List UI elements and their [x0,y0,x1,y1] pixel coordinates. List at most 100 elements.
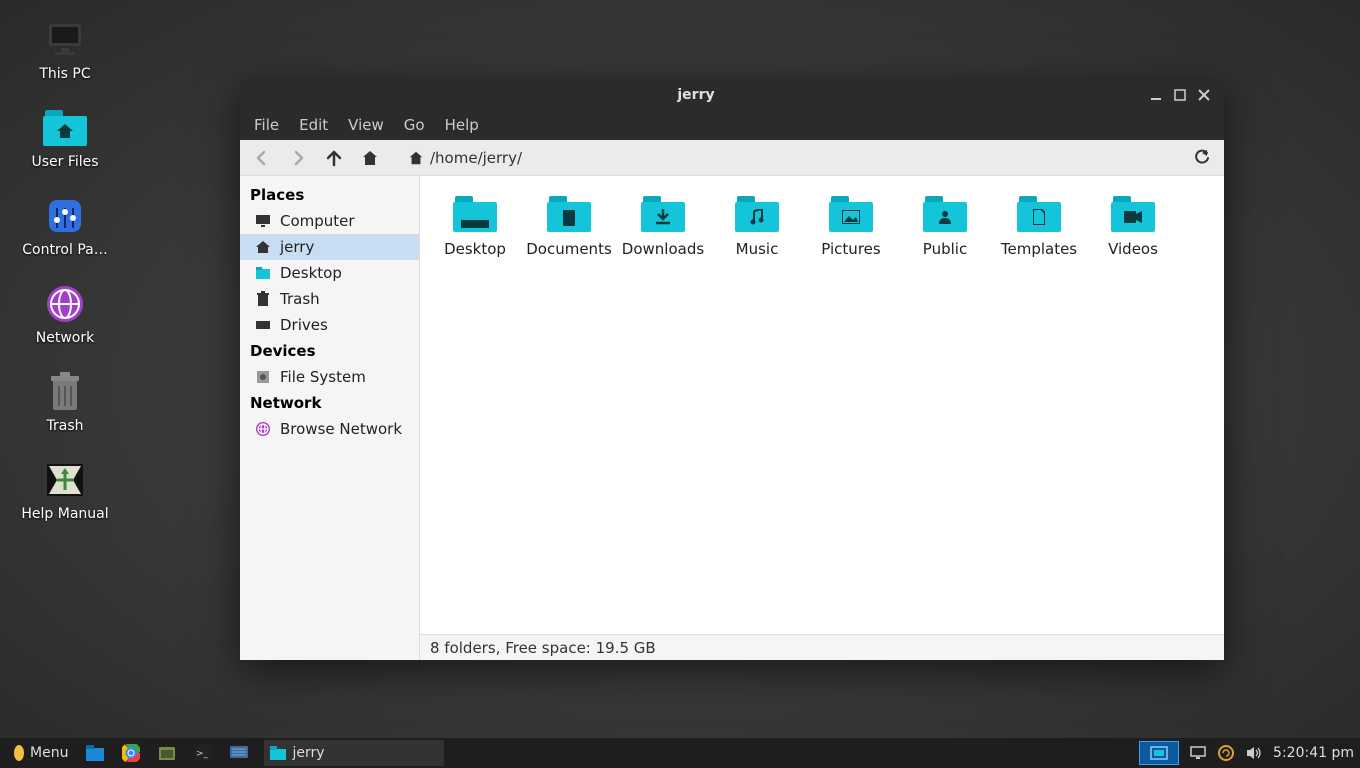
file-manager-window: jerry File Edit View Go Help /home/jerry… [240,80,1224,660]
launcher-terminal[interactable]: >_ [188,741,218,765]
folder-music[interactable]: Music [710,192,804,262]
sidebar-item-jerry[interactable]: jerry [240,234,419,260]
sidebar-item-browse-network[interactable]: Browse Network [240,416,419,442]
desktop-icon-this-pc[interactable]: This PC [5,20,125,82]
titlebar[interactable]: jerry [240,80,1224,110]
statusbar: 8 folders, Free space: 19.5 GB [420,634,1224,660]
folder-icon [453,196,497,234]
folder-icon [1111,196,1155,234]
file-label: Downloads [622,240,704,258]
desktop-icons: This PC User Files Control Pa… Network T… [0,20,130,522]
folder-pictures[interactable]: Pictures [804,192,898,262]
file-label: Pictures [821,240,880,258]
file-label: Templates [1001,240,1077,258]
home-icon [408,150,424,166]
taskbar-clock[interactable]: 5:20:41 pm [1273,745,1354,761]
menubar: File Edit View Go Help [240,110,1224,140]
folder-templates[interactable]: Templates [992,192,1086,262]
toolbar: /home/jerry/ [240,140,1224,176]
folder-icon [1017,196,1061,234]
menu-button[interactable]: Menu [6,741,74,765]
sidebar-item-label: Computer [280,212,355,230]
menu-file[interactable]: File [244,112,289,138]
folder-icon [735,196,779,234]
tray-update-icon[interactable] [1217,744,1235,762]
home-icon [254,239,272,255]
sidebar-item-label: File System [280,368,366,386]
taskbar-app-label: jerry [292,745,324,761]
file-pane[interactable]: Desktop Documents Downloads Music Pictur… [420,176,1224,660]
sidebar-item-drives[interactable]: Drives [240,312,419,338]
folder-videos[interactable]: Videos [1086,192,1180,262]
desktop-icon-label: Control Pa… [10,242,120,258]
close-button[interactable] [1192,83,1216,107]
desktop-icon-label: Network [10,330,120,346]
monitor-icon [41,20,89,60]
launcher-files2[interactable] [152,741,182,765]
back-button[interactable] [248,144,276,172]
folder-home-icon [41,108,89,148]
desktop-icon-help-manual[interactable]: Help Manual [5,460,125,522]
sidebar-item-label: Trash [280,290,320,308]
folder-public[interactable]: Public [898,192,992,262]
minimize-button[interactable] [1144,83,1168,107]
path-text: /home/jerry/ [430,149,522,167]
forward-button[interactable] [284,144,312,172]
folder-downloads[interactable]: Downloads [616,192,710,262]
sidebar-item-trash[interactable]: Trash [240,286,419,312]
file-label: Desktop [444,240,506,258]
globe-icon [254,421,272,437]
globe-icon [41,284,89,324]
desktop-icon [254,265,272,281]
desktop-icon-trash[interactable]: Trash [5,372,125,434]
folder-desktop[interactable]: Desktop [428,192,522,262]
menu-logo-icon [12,744,26,762]
reload-button[interactable] [1188,144,1216,172]
sidebar-section-places: Places [240,182,419,208]
show-desktop-icon [1150,746,1168,760]
launcher-chrome[interactable] [116,741,146,765]
file-label: Videos [1108,240,1158,258]
menu-view[interactable]: View [338,112,394,138]
disk-icon [254,369,272,385]
folder-icon [641,196,685,234]
file-grid: Desktop Documents Downloads Music Pictur… [420,176,1224,634]
sidebar-section-network: Network [240,390,419,416]
file-label: Public [923,240,967,258]
menu-go[interactable]: Go [394,112,435,138]
trash-icon [254,291,272,307]
desktop-icon-network[interactable]: Network [5,284,125,346]
menu-help[interactable]: Help [435,112,489,138]
show-desktop-button[interactable] [1139,741,1179,765]
folder-documents[interactable]: Documents [522,192,616,262]
settings-icon [41,196,89,236]
menu-edit[interactable]: Edit [289,112,338,138]
sidebar-item-desktop[interactable]: Desktop [240,260,419,286]
tray-display-icon[interactable] [1189,744,1207,762]
window-title: jerry [248,87,1144,103]
tray-volume-icon[interactable] [1245,744,1263,762]
folder-icon [923,196,967,234]
desktop-icon-label: Help Manual [10,506,120,522]
desktop-icon-user-files[interactable]: User Files [5,108,125,170]
sidebar-item-computer[interactable]: Computer [240,208,419,234]
sidebar-section-devices: Devices [240,338,419,364]
sidebar-item-label: jerry [280,238,314,256]
desktop-icon-control-panel[interactable]: Control Pa… [5,196,125,258]
sidebar-item-label: Drives [280,316,328,334]
sidebar-item-filesystem[interactable]: File System [240,364,419,390]
up-button[interactable] [320,144,348,172]
home-button[interactable] [356,144,384,172]
folder-icon [270,746,286,760]
svg-text:>_: >_ [196,749,209,759]
desktop-icon-label: Trash [10,418,120,434]
taskbar-app-jerry[interactable]: jerry [264,740,444,766]
folder-icon [829,196,873,234]
drive-icon [254,317,272,333]
launcher-files[interactable] [80,741,110,765]
file-label: Documents [526,240,612,258]
desktop-icon-label: This PC [10,66,120,82]
maximize-button[interactable] [1168,83,1192,107]
path-input[interactable]: /home/jerry/ [400,144,1180,172]
launcher-monitor[interactable] [224,741,254,765]
